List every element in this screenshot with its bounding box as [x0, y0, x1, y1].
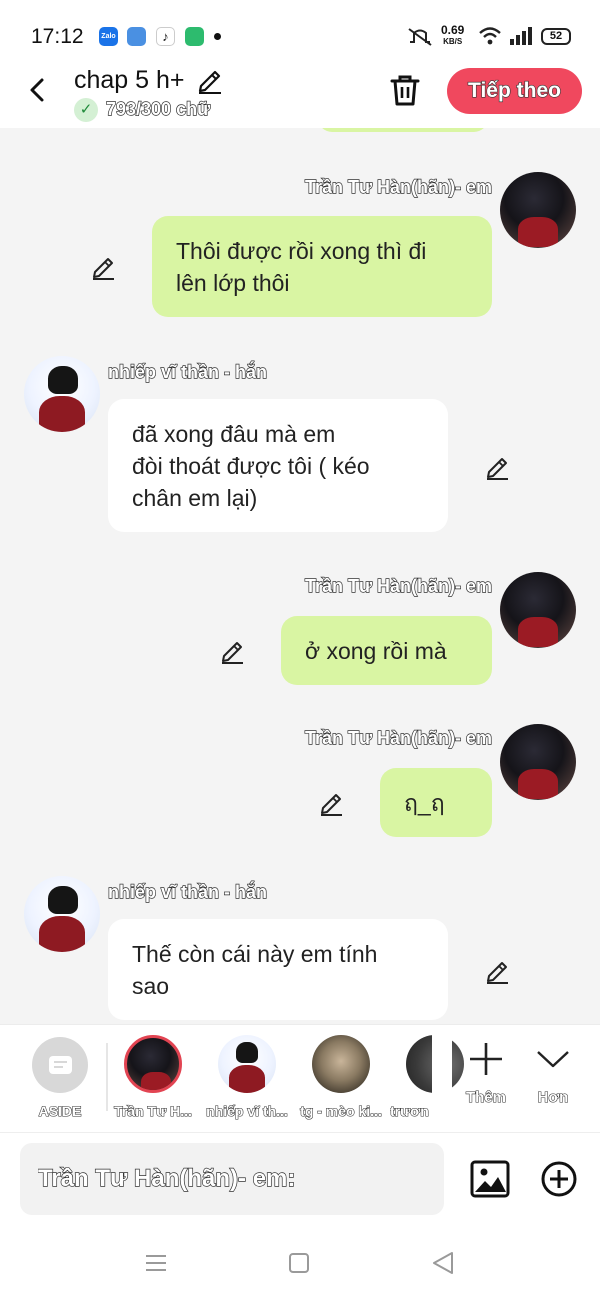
- battery-saver-icon: [185, 27, 204, 46]
- edit-message-icon[interactable]: [484, 956, 512, 984]
- tran-avatar[interactable]: [500, 572, 576, 648]
- message-line: sao: [132, 972, 170, 999]
- wifi-icon: [479, 27, 501, 45]
- battery-icon: 52: [541, 28, 571, 45]
- tiktok-icon: ♪: [156, 27, 175, 46]
- message-bubble[interactable]: Thôi được rồi xong thì đi lên lớp thôi: [152, 216, 492, 317]
- word-count: 793/300 chữ: [105, 98, 211, 119]
- check-icon: ✓: [74, 98, 98, 122]
- more-characters-button[interactable]: Hơn: [527, 1039, 579, 1119]
- signal-icon: [510, 27, 532, 45]
- edit-message-icon[interactable]: [318, 788, 346, 816]
- tran-avatar[interactable]: [500, 172, 576, 248]
- character-avatar-nhiep[interactable]: [218, 1035, 276, 1093]
- character-avatar-cat[interactable]: [312, 1035, 370, 1093]
- message-line: Thế còn cái này em tính: [132, 940, 378, 967]
- scroll-fade: [432, 1025, 452, 1133]
- system-nav-bar: [0, 1227, 600, 1300]
- aside-icon: [49, 1056, 72, 1074]
- character-label: tg - mèo ki...: [300, 1102, 383, 1119]
- character-avatar-tran[interactable]: [124, 1035, 182, 1093]
- network-speed: 0.69 KB/S: [441, 23, 465, 46]
- edit-title-icon[interactable]: [195, 64, 225, 94]
- next-button[interactable]: Tiếp theo: [447, 68, 582, 114]
- app-icon: [127, 27, 146, 46]
- message-bubble[interactable]: Thế còn cái này em tính sao: [108, 919, 448, 1020]
- chevron-down-icon: [537, 1051, 569, 1068]
- message-input[interactable]: [20, 1143, 444, 1215]
- message-bubble[interactable]: ฤ_ฤ: [380, 768, 492, 837]
- character-label: Trần Tư H...: [114, 1102, 193, 1119]
- message-line: chân em lại): [132, 484, 258, 511]
- message-line: đã xong đâu mà em: [132, 420, 336, 447]
- aside-button[interactable]: [32, 1037, 88, 1093]
- notification-dot-icon: [214, 33, 221, 40]
- nhiep-avatar[interactable]: [24, 876, 100, 952]
- back-icon[interactable]: [22, 72, 54, 108]
- sender-name: Trần Tư Hàn(hãn)- em: [304, 575, 492, 596]
- character-label: nhiếp vĩ th...: [206, 1102, 289, 1119]
- message-bubble[interactable]: đã xong đâu mà em đòi thoát được tôi ( k…: [108, 399, 448, 532]
- divider: [106, 1043, 108, 1111]
- menu-icon[interactable]: [145, 1254, 167, 1272]
- add-icon[interactable]: [540, 1160, 578, 1198]
- message-bubble[interactable]: ở xong rồi mà: [281, 616, 492, 685]
- message-line: Thôi được rồi xong thì đi: [176, 237, 427, 264]
- zalo-icon: Zalo: [99, 27, 118, 46]
- add-character-button[interactable]: Thêm: [460, 1039, 512, 1119]
- edit-message-icon[interactable]: [484, 452, 512, 480]
- message-line: ฤ_ฤ: [404, 789, 445, 816]
- message-line: lên lớp thôi: [176, 269, 290, 296]
- nav-back-icon[interactable]: [430, 1250, 456, 1276]
- input-bar: [0, 1132, 600, 1227]
- sender-name: nhiếp vĩ thần - hắn: [107, 881, 268, 902]
- image-icon[interactable]: [470, 1159, 510, 1199]
- mute-icon: [408, 28, 432, 46]
- plus-icon: [470, 1043, 502, 1075]
- message-line: đòi thoát được tôi ( kéo: [132, 452, 370, 479]
- sender-name: Trần Tư Hàn(hãn)- em: [304, 727, 492, 748]
- page-title: chap 5 h+: [74, 66, 185, 94]
- app-header: chap 5 h+ ✓ 793/300 chữ Tiếp theo: [0, 62, 600, 128]
- nhiep-avatar[interactable]: [24, 356, 100, 432]
- previous-message-bubble: [318, 128, 488, 132]
- status-time: 17:12: [31, 25, 84, 48]
- character-bar: ASIDE Trần Tư H... nhiếp vĩ th... tg - m…: [0, 1024, 600, 1133]
- sender-name: nhiếp vĩ thần - hắn: [107, 361, 268, 382]
- trash-icon[interactable]: [387, 72, 423, 108]
- character-label: ASIDE: [38, 1102, 82, 1119]
- edit-message-icon[interactable]: [90, 252, 118, 280]
- status-bar: 17:12 Zalo ♪ 0.69 KB/S 52: [0, 0, 600, 62]
- tran-avatar[interactable]: [500, 724, 576, 800]
- sender-name: Trần Tư Hàn(hãn)- em: [304, 176, 492, 197]
- home-icon[interactable]: [289, 1253, 309, 1273]
- message-line: ở xong rồi mà: [305, 637, 447, 664]
- edit-message-icon[interactable]: [219, 636, 247, 664]
- chat-area[interactable]: Trần Tư Hàn(hãn)- em Thôi được rồi xong …: [0, 128, 600, 1024]
